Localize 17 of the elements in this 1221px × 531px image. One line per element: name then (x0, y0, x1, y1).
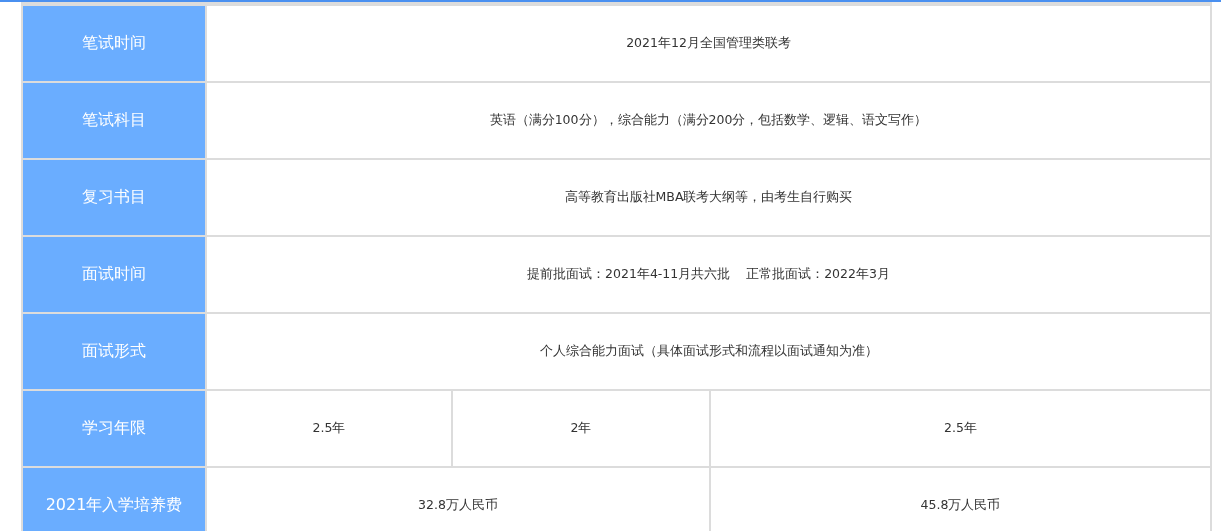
row-header: 面试形式 (22, 313, 206, 390)
table-cell: 2.5年 (710, 390, 1212, 467)
row-header: 笔试科目 (22, 82, 206, 159)
table-cell: 英语（满分100分），综合能力（满分200分，包括数学、逻辑、语文写作） (206, 82, 1212, 159)
table-cell: 2.5年 (206, 390, 452, 467)
table-cell: 个人综合能力面试（具体面试形式和流程以面试通知为准） (206, 313, 1212, 390)
row-header: 笔试时间 (22, 5, 206, 82)
row-header: 学习年限 (22, 390, 206, 467)
table-cell: 32.8万人民币 (206, 467, 710, 531)
table-cell: 提前批面试：2021年4-11月共六批 正常批面试：2022年3月 (206, 236, 1212, 313)
table-cell: 高等教育出版社MBA联考大纲等，由考生自行购买 (206, 159, 1212, 236)
row-header: 复习书目 (22, 159, 206, 236)
table-cell: 45.8万人民币 (710, 467, 1212, 531)
row-header: 2021年入学培养费 (22, 467, 206, 531)
table-cell: 2021年12月全国管理类联考 (206, 5, 1212, 82)
table-cell: 2年 (452, 390, 710, 467)
row-header: 面试时间 (22, 236, 206, 313)
